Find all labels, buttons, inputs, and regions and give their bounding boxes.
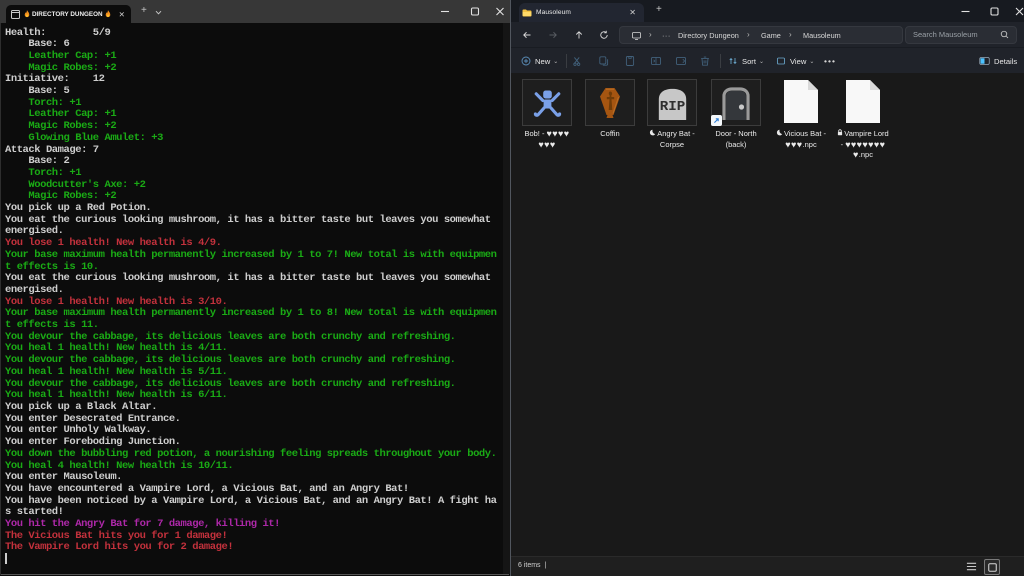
svg-text:RIP: RIP	[659, 99, 685, 115]
